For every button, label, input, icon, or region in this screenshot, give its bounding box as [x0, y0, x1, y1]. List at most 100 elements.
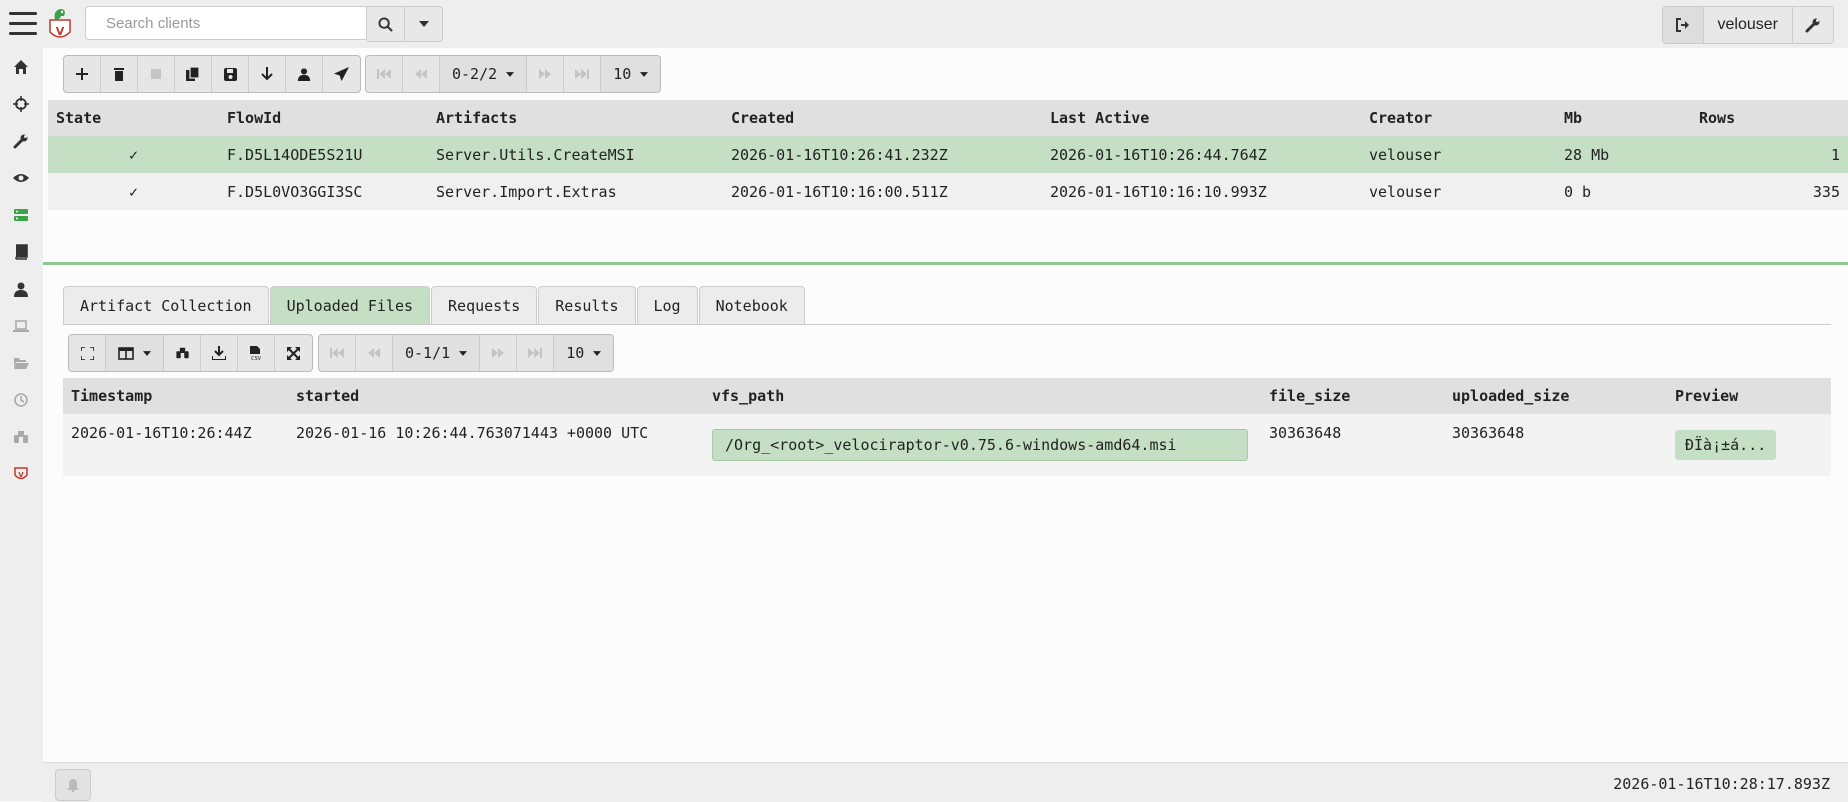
page-size-label: 10: [566, 344, 585, 362]
user-button[interactable]: [286, 56, 323, 92]
top-bar: V velouser: [0, 0, 1848, 48]
file-csv-icon: CSV: [250, 345, 262, 361]
flow-id: F.D5L14ODE5S21U: [219, 136, 428, 173]
next-page-button[interactable]: [527, 56, 565, 92]
velociraptor-logo-icon[interactable]: V: [47, 6, 73, 42]
creator: velouser: [1361, 173, 1556, 210]
pane-splitter[interactable]: [43, 262, 1848, 265]
started: 2026-01-16 10:26:44.763071443 +0000 UTC: [288, 414, 704, 476]
last-page-button[interactable]: [517, 335, 555, 371]
creator: velouser: [1361, 136, 1556, 173]
column-header-rows[interactable]: Rows: [1691, 100, 1848, 136]
server-icon[interactable]: [11, 205, 31, 225]
table-row[interactable]: ✓ F.D5L0VO3GGI3SC Server.Import.Extras 2…: [48, 173, 1848, 210]
wrench-icon[interactable]: [11, 131, 31, 151]
page-size-dropdown[interactable]: 10: [601, 56, 661, 92]
flow-detail-tabs: Artifact Collection Uploaded Files Reque…: [63, 286, 806, 325]
column-header-preview[interactable]: Preview: [1667, 378, 1831, 414]
column-header-mb[interactable]: Mb: [1556, 100, 1691, 136]
tab-notebook[interactable]: Notebook: [698, 286, 805, 325]
bell-icon: [67, 778, 79, 792]
rows: 335: [1691, 173, 1848, 210]
user-icon[interactable]: [11, 279, 31, 299]
history-icon[interactable]: [11, 390, 31, 410]
send-button[interactable]: [323, 56, 360, 92]
column-header-creator[interactable]: Creator: [1361, 100, 1556, 136]
column-header-last-active[interactable]: Last Active: [1042, 100, 1361, 136]
table-row[interactable]: 2026-01-16T10:26:44Z 2026-01-16 10:26:44…: [63, 414, 1831, 476]
first-page-icon: [330, 348, 344, 358]
table-row[interactable]: ✓ F.D5L14ODE5S21U Server.Utils.CreateMSI…: [48, 136, 1848, 173]
mb: 0 b: [1556, 173, 1691, 210]
column-header-vfs-path[interactable]: vfs_path: [704, 378, 1261, 414]
flow-id: F.D5L0VO3GGI3SC: [219, 173, 428, 210]
artifacts: Server.Import.Extras: [428, 173, 723, 210]
save-button[interactable]: [212, 56, 249, 92]
tab-uploaded-files[interactable]: Uploaded Files: [269, 286, 431, 325]
column-selector-button[interactable]: [106, 335, 165, 371]
hamburger-menu-icon[interactable]: [9, 12, 37, 38]
expand-icon: [80, 346, 94, 360]
laptop-icon[interactable]: [11, 316, 31, 336]
first-page-button[interactable]: [319, 335, 356, 371]
tab-log[interactable]: Log: [636, 286, 698, 325]
eye-icon[interactable]: [11, 168, 31, 188]
plus-icon: [76, 68, 88, 80]
download-button[interactable]: [249, 56, 286, 92]
next-page-button[interactable]: [480, 335, 518, 371]
column-header-started[interactable]: started: [288, 378, 704, 414]
crosshairs-icon[interactable]: [11, 94, 31, 114]
new-collection-button[interactable]: [64, 56, 101, 92]
search-button[interactable]: [367, 6, 405, 42]
previous-page-button[interactable]: [356, 335, 393, 371]
expand-rows-button[interactable]: [275, 335, 312, 371]
home-icon[interactable]: [11, 57, 31, 77]
search-clients-input[interactable]: [85, 6, 367, 40]
tab-results[interactable]: Results: [538, 286, 636, 325]
stop-flow-button[interactable]: [138, 56, 175, 92]
column-header-flowid[interactable]: FlowId: [219, 100, 428, 136]
search-table-button[interactable]: [164, 335, 202, 371]
logout-icon: [1675, 18, 1689, 32]
first-page-button[interactable]: [366, 56, 403, 92]
page-range-dropdown[interactable]: 0-2/2: [440, 56, 528, 92]
page-range-label: 0-2/2: [452, 65, 498, 83]
logout-button[interactable]: [1662, 7, 1703, 43]
last-page-button[interactable]: [564, 56, 602, 92]
vfs-path-link[interactable]: /Org_<root>_velociraptor-v0.75.6-windows…: [712, 429, 1248, 461]
tab-requests[interactable]: Requests: [431, 286, 538, 325]
preview-button[interactable]: ÐÏà¡±á...: [1675, 430, 1777, 460]
search-options-dropdown[interactable]: [405, 6, 443, 42]
column-header-artifacts[interactable]: Artifacts: [428, 100, 723, 136]
page-range-dropdown[interactable]: 0-1/1: [393, 335, 481, 371]
user-icon: [297, 68, 311, 81]
mb: 28 Mb: [1556, 136, 1691, 173]
column-header-state[interactable]: State: [48, 100, 219, 136]
binoculars-icon[interactable]: [11, 427, 31, 447]
column-header-created[interactable]: Created: [723, 100, 1042, 136]
download-csv-button[interactable]: CSV: [238, 335, 276, 371]
tab-artifact-collection[interactable]: Artifact Collection: [63, 286, 269, 325]
column-header-file-size[interactable]: file_size: [1261, 378, 1444, 414]
tab-underline: [63, 324, 1831, 325]
user-settings-button[interactable]: [1793, 7, 1833, 43]
page-size-dropdown[interactable]: 10: [554, 335, 614, 371]
artifacts: Server.Utils.CreateMSI: [428, 136, 723, 173]
previous-page-button[interactable]: [403, 56, 440, 92]
username-label[interactable]: velouser: [1702, 7, 1793, 43]
book-icon[interactable]: [11, 242, 31, 262]
notifications-button[interactable]: [55, 769, 91, 801]
last-active: 2026-01-16T10:26:44.764Z: [1042, 136, 1361, 173]
column-header-uploaded-size[interactable]: uploaded_size: [1444, 378, 1667, 414]
column-header-timestamp[interactable]: Timestamp: [63, 378, 288, 414]
copy-collection-button[interactable]: [175, 56, 212, 92]
svg-text:CSV: CSV: [251, 356, 262, 361]
created: 2026-01-16T10:26:41.232Z: [723, 136, 1042, 173]
folder-open-icon[interactable]: [11, 353, 31, 373]
vfs-path-cell: /Org_<root>_velociraptor-v0.75.6-windows…: [704, 414, 1261, 476]
velociraptor-shield-icon[interactable]: V: [11, 464, 31, 484]
forward-icon: [539, 69, 552, 79]
delete-flow-button[interactable]: [101, 56, 138, 92]
fullscreen-button[interactable]: [69, 335, 106, 371]
download-json-button[interactable]: [201, 335, 239, 371]
